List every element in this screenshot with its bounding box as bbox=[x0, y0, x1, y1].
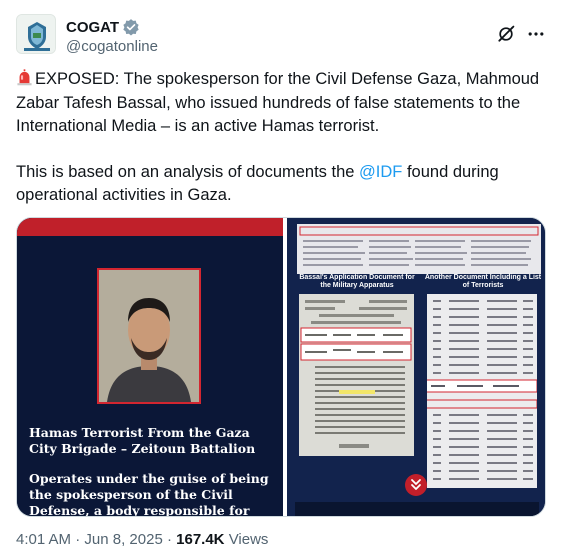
cogat-emblem-icon bbox=[17, 15, 55, 53]
media-caption-body: Operates under the guise of being the sp… bbox=[29, 471, 269, 517]
author-display-name[interactable]: COGAT bbox=[66, 19, 119, 36]
media-image-right[interactable]: Bassal's Application Document for the Mi… bbox=[287, 218, 545, 516]
tweet-date[interactable]: Jun 8, 2025 bbox=[84, 531, 162, 548]
media-red-top-bar bbox=[17, 218, 283, 236]
tweet-paragraph-1: EXPOSED: The spokesperson for the Civil … bbox=[16, 68, 541, 139]
bassal-application-label: Bassal's Application Document for the Mi… bbox=[299, 274, 415, 289]
portrait-photo bbox=[97, 268, 201, 404]
chevron-double-down-icon bbox=[411, 479, 421, 490]
tweet-text-before-mention: This is based on an analysis of document… bbox=[16, 162, 360, 181]
media-footer-bar bbox=[295, 502, 539, 516]
tweet-meta: 4:01 AM · Jun 8, 2025 · 167.4K Views bbox=[16, 531, 268, 548]
tweet-text-exposed: EXPOSED: The spokesperson for the Civil … bbox=[16, 70, 540, 135]
media-image-left[interactable]: Hamas Terrorist From the Gaza City Briga… bbox=[17, 218, 283, 516]
tweet-time[interactable]: 4:01 AM bbox=[16, 531, 71, 548]
meta-separator: · bbox=[75, 531, 81, 548]
tweet-header: COGAT @cogatonline bbox=[16, 14, 546, 60]
rotating-light-icon bbox=[17, 69, 32, 86]
grok-icon[interactable] bbox=[496, 24, 516, 44]
document-table-strip bbox=[297, 224, 541, 274]
media-caption-title: Hamas Terrorist From the Gaza City Briga… bbox=[29, 425, 256, 456]
application-document bbox=[299, 294, 414, 456]
terrorist-list-document bbox=[414, 294, 538, 488]
author-avatar[interactable] bbox=[16, 14, 56, 54]
portrait-silhouette bbox=[99, 270, 199, 402]
meta-separator: · bbox=[166, 531, 172, 548]
terrorist-list-graphic bbox=[414, 294, 538, 488]
author-handle[interactable]: @cogatonline bbox=[66, 38, 158, 55]
views-count: 167.4K bbox=[176, 531, 225, 548]
verified-badge-icon[interactable] bbox=[122, 18, 140, 36]
views-label: Views bbox=[228, 531, 269, 548]
tweet-body: EXPOSED: The spokesperson for the Civil … bbox=[16, 68, 541, 208]
tweet-media[interactable]: Hamas Terrorist From the Gaza City Briga… bbox=[16, 217, 546, 517]
terrorist-list-label: Another Document Including a List of Ter… bbox=[424, 274, 542, 289]
idf-mention-link[interactable]: @IDF bbox=[359, 163, 402, 181]
more-options-icon[interactable] bbox=[526, 24, 546, 44]
tweet-paragraph-2: This is based on an analysis of document… bbox=[16, 161, 541, 208]
document-table-graphic bbox=[297, 224, 541, 274]
scroll-down-button[interactable] bbox=[405, 474, 427, 496]
application-document-graphic bbox=[299, 294, 414, 456]
